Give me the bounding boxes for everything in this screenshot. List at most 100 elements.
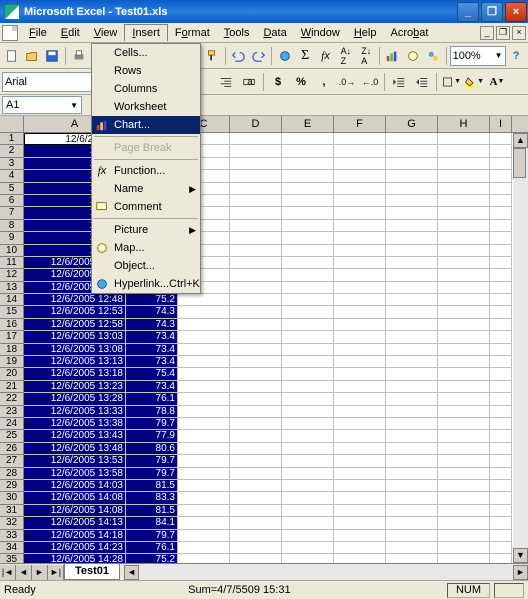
- cell[interactable]: [490, 282, 512, 294]
- decrease-indent-button[interactable]: [388, 71, 410, 93]
- zoom-input[interactable]: [453, 50, 493, 62]
- cell[interactable]: [334, 430, 386, 442]
- cell[interactable]: 75.2: [126, 294, 178, 306]
- cell[interactable]: [386, 356, 438, 368]
- row-header[interactable]: 2: [0, 145, 24, 157]
- cell[interactable]: [438, 368, 490, 380]
- cell[interactable]: [178, 331, 230, 343]
- cell[interactable]: [178, 418, 230, 430]
- cell[interactable]: 79.7: [126, 530, 178, 542]
- scroll-up-button[interactable]: ▲: [513, 133, 528, 148]
- doc-close[interactable]: ×: [512, 26, 526, 40]
- cell[interactable]: [178, 492, 230, 504]
- cell[interactable]: [438, 207, 490, 219]
- cell[interactable]: [490, 195, 512, 207]
- cell[interactable]: [438, 443, 490, 455]
- cell[interactable]: [334, 158, 386, 170]
- row-header[interactable]: 13: [0, 282, 24, 294]
- cell[interactable]: [438, 158, 490, 170]
- increase-decimal-button[interactable]: .0→: [336, 71, 358, 93]
- cell[interactable]: [282, 368, 334, 380]
- cell[interactable]: [230, 455, 282, 467]
- cell[interactable]: [230, 257, 282, 269]
- cell[interactable]: [230, 517, 282, 529]
- cell[interactable]: [438, 245, 490, 257]
- align-right-button[interactable]: [215, 71, 237, 93]
- row-header[interactable]: 10: [0, 245, 24, 257]
- cell[interactable]: [282, 319, 334, 331]
- cell[interactable]: [386, 344, 438, 356]
- cell[interactable]: [386, 443, 438, 455]
- minimize-button[interactable]: _: [457, 2, 479, 22]
- cell[interactable]: [334, 183, 386, 195]
- cell[interactable]: [230, 220, 282, 232]
- cell[interactable]: [438, 269, 490, 281]
- row-header[interactable]: 22: [0, 393, 24, 405]
- doc-minimize[interactable]: _: [480, 26, 494, 40]
- cell[interactable]: [282, 306, 334, 318]
- row-header[interactable]: 15: [0, 306, 24, 318]
- cell[interactable]: [438, 356, 490, 368]
- cell[interactable]: [438, 455, 490, 467]
- cell[interactable]: [438, 319, 490, 331]
- cell[interactable]: [334, 542, 386, 554]
- cell[interactable]: [386, 207, 438, 219]
- row-header[interactable]: 35: [0, 554, 24, 563]
- menu-format[interactable]: Format: [168, 25, 217, 41]
- cell[interactable]: [438, 505, 490, 517]
- cell[interactable]: [386, 257, 438, 269]
- cell[interactable]: [490, 418, 512, 430]
- menu-edit[interactable]: Edit: [54, 25, 87, 41]
- menu-insert-function[interactable]: fxFunction...: [92, 162, 200, 180]
- cell[interactable]: [334, 220, 386, 232]
- cell[interactable]: [178, 443, 230, 455]
- cell[interactable]: [230, 406, 282, 418]
- select-all-corner[interactable]: [0, 116, 24, 132]
- cell[interactable]: 12/6/2005 13:18: [24, 368, 126, 380]
- cell[interactable]: [282, 554, 334, 563]
- cell[interactable]: 75.2: [126, 554, 178, 563]
- cell[interactable]: [334, 331, 386, 343]
- cell[interactable]: 12/6/2005 13:58: [24, 468, 126, 480]
- cell[interactable]: [334, 443, 386, 455]
- menu-insert-hyperlink[interactable]: Hyperlink...Ctrl+K: [92, 275, 200, 293]
- cell[interactable]: [178, 430, 230, 442]
- cell[interactable]: [386, 331, 438, 343]
- cell[interactable]: [490, 542, 512, 554]
- cell[interactable]: [282, 331, 334, 343]
- cell[interactable]: [490, 517, 512, 529]
- cell[interactable]: 12/6/2005 14:28: [24, 554, 126, 563]
- cell[interactable]: 12/6/2005 13:38: [24, 418, 126, 430]
- cell[interactable]: 12/6/2005 13:23: [24, 381, 126, 393]
- cell[interactable]: [230, 331, 282, 343]
- cell[interactable]: [282, 517, 334, 529]
- cell[interactable]: [438, 145, 490, 157]
- cell[interactable]: [490, 356, 512, 368]
- cell[interactable]: [178, 530, 230, 542]
- cell[interactable]: [490, 443, 512, 455]
- doc-restore[interactable]: ❐: [496, 26, 510, 40]
- cell[interactable]: [386, 530, 438, 542]
- cell[interactable]: 12/6/2005 14:08: [24, 492, 126, 504]
- menu-acrobat[interactable]: Acrobat: [383, 25, 435, 41]
- cell[interactable]: [334, 207, 386, 219]
- cell[interactable]: 12/6/2005 12:58: [24, 319, 126, 331]
- col-header-i[interactable]: I: [490, 116, 512, 132]
- row-header[interactable]: 29: [0, 480, 24, 492]
- cell[interactable]: [230, 443, 282, 455]
- cell[interactable]: [490, 306, 512, 318]
- row-header[interactable]: 12: [0, 269, 24, 281]
- cell[interactable]: [490, 393, 512, 405]
- row-header[interactable]: 1: [0, 133, 24, 145]
- cell[interactable]: [282, 269, 334, 281]
- cell[interactable]: [282, 443, 334, 455]
- cell[interactable]: [230, 245, 282, 257]
- format-painter-button[interactable]: [203, 45, 222, 67]
- cell[interactable]: [490, 207, 512, 219]
- cell[interactable]: [282, 257, 334, 269]
- cell[interactable]: [230, 269, 282, 281]
- cell[interactable]: [490, 232, 512, 244]
- cell[interactable]: [438, 480, 490, 492]
- open-button[interactable]: [22, 45, 41, 67]
- row-header[interactable]: 17: [0, 331, 24, 343]
